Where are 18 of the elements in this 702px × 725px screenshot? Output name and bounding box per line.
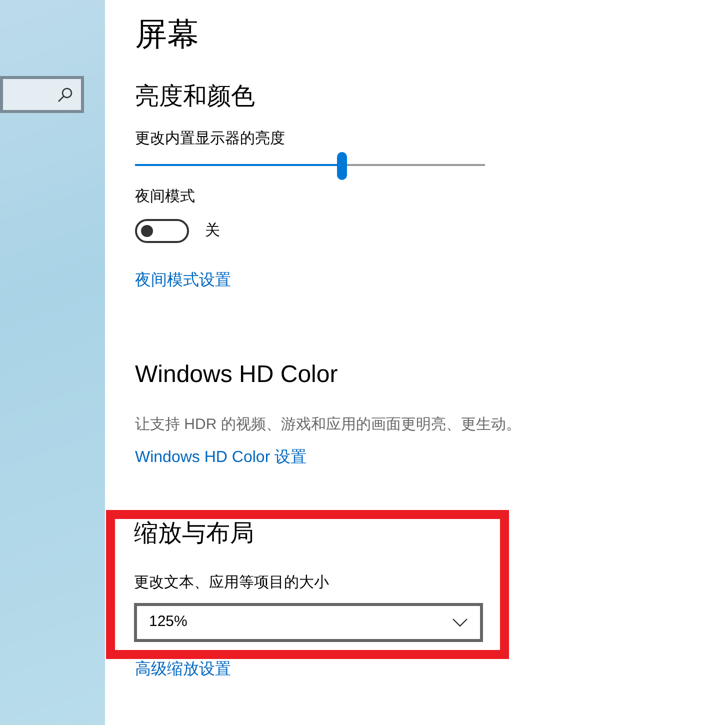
toggle-switch[interactable] xyxy=(135,219,189,243)
search-icon xyxy=(57,86,73,102)
dropdown-label: 更改文本、应用等项目的大小 xyxy=(134,573,330,593)
settings-link[interactable]: 夜间模式设置 xyxy=(135,271,521,291)
settings-link[interactable]: 高级缩放设置 xyxy=(135,660,521,680)
brightness-slider[interactable] xyxy=(135,151,485,181)
slider-label: 更改内置显示器的亮度 xyxy=(135,129,286,149)
toggle-state: 关 xyxy=(205,220,220,241)
search-field[interactable] xyxy=(0,76,84,113)
chevron-down-icon xyxy=(452,618,468,627)
scale-dropdown[interactable]: 125% xyxy=(134,603,483,642)
section-heading: 亮度和颜色 xyxy=(135,82,256,112)
setting-label: 夜间模式 xyxy=(135,187,196,207)
settings-link[interactable]: Windows HD Color 设置 xyxy=(135,448,521,468)
section-heading: Windows HD Color xyxy=(135,360,339,390)
section-heading: 缩放与布局 xyxy=(134,519,255,549)
page-title: 屏幕 xyxy=(135,15,200,54)
description-text: 让支持 HDR 的视频、游戏和应用的画面更明亮、更生动。 xyxy=(135,415,521,435)
